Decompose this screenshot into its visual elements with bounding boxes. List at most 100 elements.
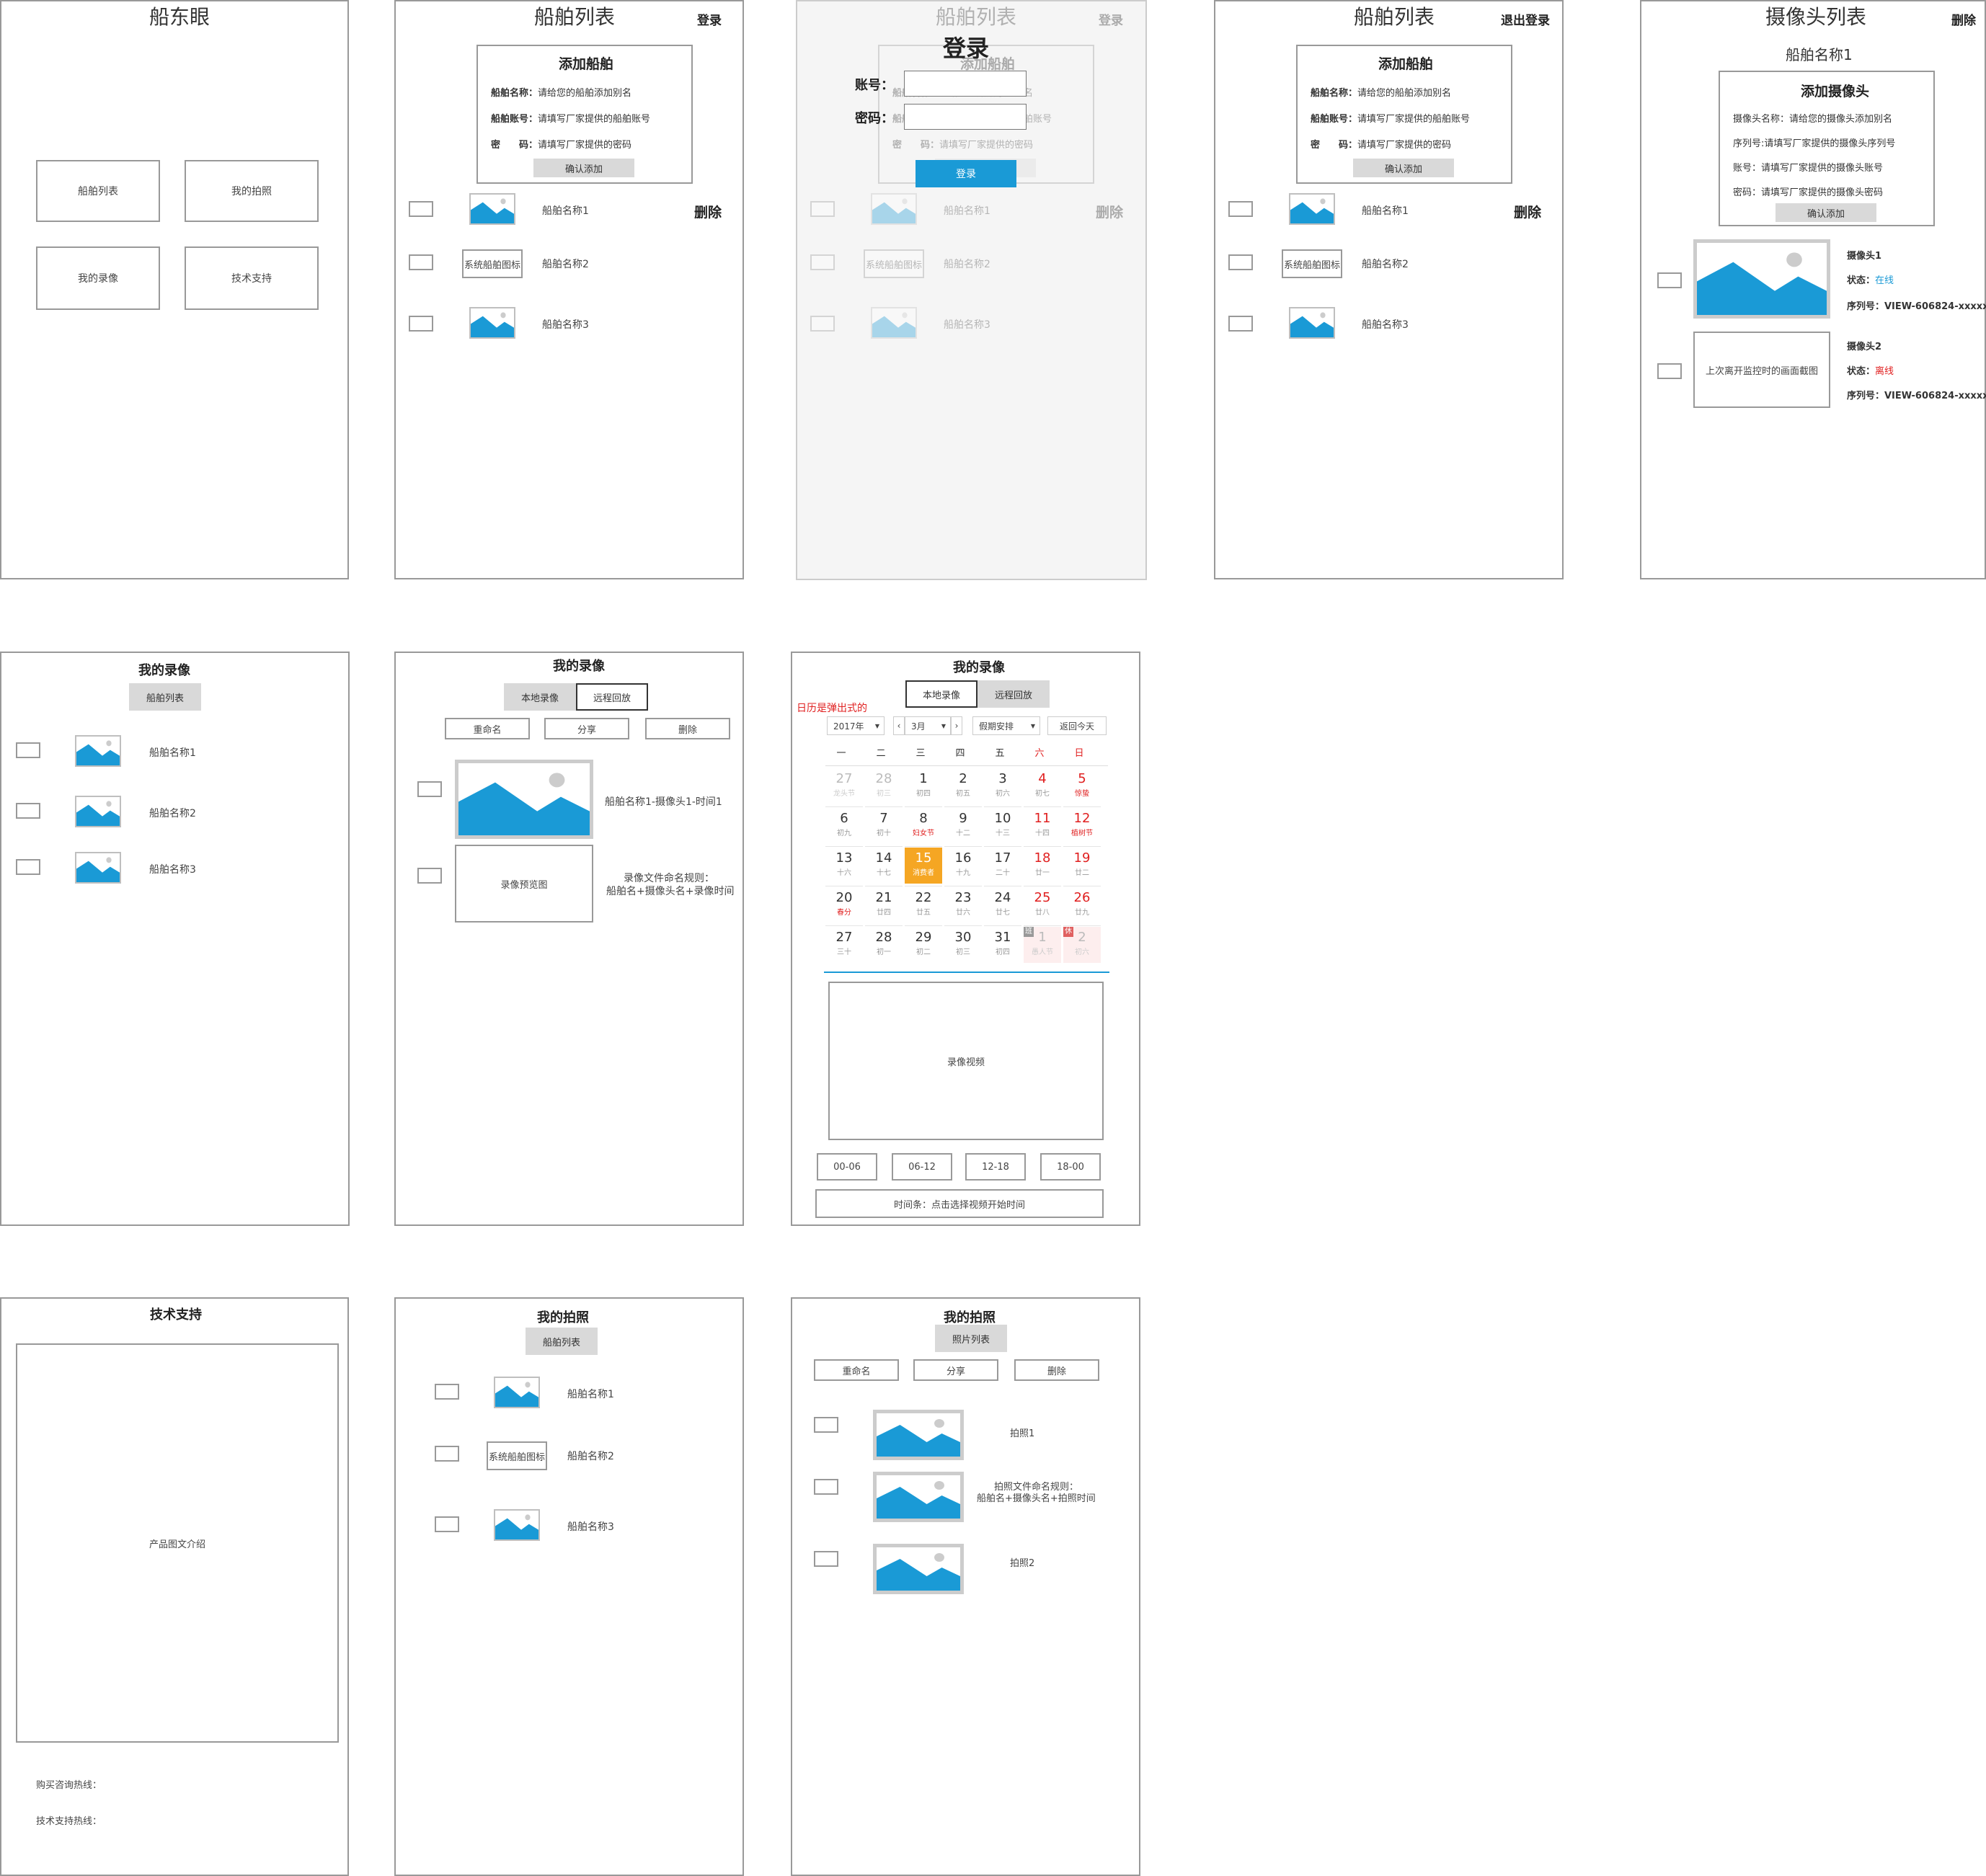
- ship-checkbox[interactable]: [1228, 254, 1253, 270]
- camera-image[interactable]: [1693, 239, 1830, 319]
- year-select[interactable]: 2017年 ▼: [827, 716, 885, 735]
- login-screen: 船舶列表 登录 添加船舶 船舶名称：请给您的船舶添加别名 船舶账号：请填写厂家提…: [796, 0, 1147, 580]
- ship-name[interactable]: 船舶名称3: [149, 862, 196, 876]
- camera-account-field[interactable]: 账号：请填写厂家提供的摄像头账号: [1733, 160, 1883, 174]
- photo-checkbox[interactable]: [814, 1551, 838, 1567]
- ship-name[interactable]: 船舶名称2: [1362, 257, 1409, 271]
- camera-checkbox[interactable]: [1657, 363, 1682, 379]
- confirm-add-button[interactable]: 确认添加: [1353, 159, 1454, 177]
- rename-button[interactable]: 重命名: [814, 1359, 899, 1381]
- ship-checkbox[interactable]: [409, 201, 433, 217]
- ship-checkbox[interactable]: [435, 1516, 459, 1532]
- ship-name[interactable]: 船舶名称1: [149, 745, 196, 760]
- ship-name[interactable]: 船舶名称2: [567, 1449, 614, 1463]
- ship-checkbox[interactable]: [1228, 201, 1253, 217]
- time-slot-button[interactable]: 06-12: [892, 1153, 952, 1181]
- tab-local-videos[interactable]: 本地录像: [504, 683, 576, 711]
- delete-button[interactable]: 删除: [645, 718, 730, 739]
- page-title: 技术支持: [150, 1307, 202, 1322]
- delete-button[interactable]: 删除: [1514, 202, 1541, 221]
- my-videos-button[interactable]: 我的录像: [36, 246, 160, 310]
- timeline-bar[interactable]: 时间条：点击选择视频开始时间: [815, 1189, 1104, 1218]
- ship-checkbox[interactable]: [16, 803, 40, 819]
- last-frame-placeholder[interactable]: 上次离开监控时的画面截图: [1693, 332, 1830, 408]
- photo-thumbnail[interactable]: [873, 1472, 964, 1522]
- ship-password-field[interactable]: 密 码：请填写厂家提供的密码: [491, 137, 631, 151]
- my-photos-ship-screen: 我的拍照 船舶列表 船舶名称1 系统船舶图标 船舶名称2 船舶名称3: [394, 1297, 744, 1876]
- tab-remote-playback[interactable]: 远程回放: [978, 680, 1050, 708]
- photo-checkbox[interactable]: [814, 1417, 838, 1433]
- ship-name-field[interactable]: 船舶名称：请给您的船舶添加别名: [491, 85, 631, 99]
- video-checkbox[interactable]: [417, 868, 442, 884]
- ship-checkbox[interactable]: [409, 254, 433, 270]
- tab-ship-list[interactable]: 船舶列表: [129, 683, 201, 711]
- next-month-button[interactable]: ›: [951, 716, 962, 735]
- time-slot-button[interactable]: 12-18: [965, 1153, 1026, 1181]
- video-preview-placeholder[interactable]: 录像预览图: [455, 845, 593, 923]
- month-select[interactable]: 3月 ▼: [905, 716, 951, 735]
- delete-button[interactable]: 删除: [1014, 1359, 1099, 1381]
- rename-button[interactable]: 重命名: [445, 718, 530, 739]
- ship-name[interactable]: 船舶名称2: [149, 806, 196, 820]
- ship-name[interactable]: 船舶名称3: [1362, 317, 1409, 332]
- ship-account-field[interactable]: 船舶账号：请填写厂家提供的船舶账号: [1311, 111, 1470, 125]
- photo-name[interactable]: 拍照2: [1010, 1555, 1034, 1569]
- ship-name[interactable]: 船舶名称1: [1362, 203, 1409, 218]
- camera-name-field[interactable]: 摄像头名称：请给您的摄像头添加别名: [1733, 111, 1892, 125]
- my-photos-list-screen: 我的拍照 照片列表 重命名 分享 删除 拍照1 拍照文件命名规则： 船舶名+摄像…: [791, 1297, 1140, 1876]
- ship-password-field[interactable]: 密 码：请填写厂家提供的密码: [1311, 137, 1451, 151]
- login-link[interactable]: 登录: [697, 10, 722, 28]
- calendar-lunar-label: 十三: [996, 830, 1010, 837]
- ship-checkbox[interactable]: [16, 859, 40, 875]
- delete-button[interactable]: 删除: [1951, 10, 1976, 28]
- video-checkbox[interactable]: [417, 781, 442, 797]
- page-title: 船舶列表: [534, 5, 616, 29]
- tech-support-button[interactable]: 技术支持: [185, 246, 319, 310]
- prev-month-button[interactable]: ‹: [893, 716, 905, 735]
- tab-photo-list[interactable]: 照片列表: [935, 1325, 1007, 1352]
- holiday-select[interactable]: 假期安排 ▼: [972, 716, 1040, 735]
- ship-checkbox[interactable]: [409, 316, 433, 332]
- photo-checkbox[interactable]: [814, 1479, 838, 1495]
- ship-account-field[interactable]: 船舶账号：请填写厂家提供的船舶账号: [491, 111, 650, 125]
- ship-name[interactable]: 船舶名称3: [567, 1519, 614, 1534]
- my-photos-button[interactable]: 我的拍照: [185, 160, 319, 222]
- ship-name[interactable]: 船舶名称1: [542, 203, 589, 218]
- time-slot-button[interactable]: 18-00: [1040, 1153, 1101, 1181]
- video-player[interactable]: 录像视频: [828, 982, 1104, 1140]
- tab-local-videos[interactable]: 本地录像: [905, 680, 978, 708]
- add-camera-title: 添加摄像头: [1801, 84, 1870, 99]
- time-slot-button[interactable]: 00-06: [817, 1153, 877, 1181]
- share-button[interactable]: 分享: [544, 718, 629, 739]
- tab-remote-playback[interactable]: 远程回放: [576, 683, 648, 711]
- confirm-add-button[interactable]: 确认添加: [1776, 203, 1876, 222]
- ship-checkbox[interactable]: [1228, 316, 1253, 332]
- calendar-row-divider: [1063, 925, 1101, 926]
- ship-image-icon: [871, 193, 917, 225]
- tab-ship-list[interactable]: 船舶列表: [526, 1328, 598, 1355]
- delete-button[interactable]: 删除: [694, 202, 722, 221]
- video-name[interactable]: 船舶名称1-摄像头1-时间1: [605, 794, 722, 809]
- photo-name[interactable]: 拍照1: [1010, 1426, 1034, 1439]
- ship-name[interactable]: 船舶名称2: [542, 257, 589, 271]
- camera-serial-field[interactable]: 序列号:请填写厂家提供的摄像头序列号: [1733, 135, 1895, 149]
- ship-checkbox[interactable]: [435, 1446, 459, 1462]
- ship-name[interactable]: 船舶名称1: [567, 1387, 614, 1401]
- video-thumbnail[interactable]: [455, 760, 593, 839]
- account-input[interactable]: [904, 71, 1027, 97]
- ship-checkbox[interactable]: [435, 1384, 459, 1400]
- ship-list-button[interactable]: 船舶列表: [36, 160, 160, 222]
- ship-name-field[interactable]: 船舶名称：请给您的船舶添加别名: [1311, 85, 1451, 99]
- camera-checkbox[interactable]: [1657, 272, 1682, 288]
- back-to-today-button[interactable]: 返回今天: [1047, 716, 1107, 735]
- photo-thumbnail[interactable]: [873, 1410, 964, 1460]
- ship-checkbox[interactable]: [16, 742, 40, 758]
- confirm-add-button[interactable]: 确认添加: [533, 159, 634, 177]
- photo-thumbnail[interactable]: [873, 1544, 964, 1594]
- login-submit-button[interactable]: 登录: [916, 160, 1016, 187]
- password-input[interactable]: [904, 104, 1027, 130]
- share-button[interactable]: 分享: [913, 1359, 998, 1381]
- logout-link[interactable]: 退出登录: [1501, 10, 1550, 28]
- ship-name[interactable]: 船舶名称3: [542, 317, 589, 332]
- camera-password-field[interactable]: 密码：请填写厂家提供的摄像头密码: [1733, 185, 1883, 198]
